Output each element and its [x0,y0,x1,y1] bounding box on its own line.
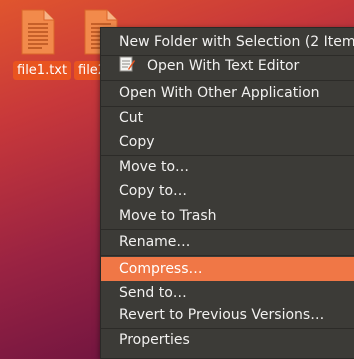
menu-item-label: Compress… [119,261,203,277]
menu-item-new-folder-with-selection[interactable]: New Folder with Selection (2 Items) [101,30,354,54]
desktop[interactable]: file1.txt file2.txt New Folder with Sele… [0,0,354,359]
file1-label[interactable]: file1.txt [13,61,72,80]
menu-item-label: Rename… [119,234,191,250]
menu-item-rename[interactable]: Rename… [101,230,354,254]
menu-item-label: Open With Other Application [119,85,320,101]
menu-item-move-to-trash[interactable]: Move to Trash [101,204,354,228]
menu-item-send-to[interactable]: Send to… [101,281,354,305]
menu-item-label: Cut [119,110,144,126]
menu-item-move-to[interactable]: Move to… [101,155,354,179]
menu-item-label: New Folder with Selection (2 Items) [119,34,354,50]
menu-item-label: Properties [119,332,190,348]
menu-separator [101,255,354,256]
menu-item-revert-to-previous-versions[interactable]: Revert to Previous Versions… [101,303,354,327]
menu-item-open-with-text-editor[interactable]: Open With Text Editor [101,54,354,78]
menu-item-label: Revert to Previous Versions… [119,307,325,323]
menu-item-copy[interactable]: Copy [101,130,354,154]
menu-item-label: Move to Trash [119,208,217,224]
menu-item-properties[interactable]: Properties [101,328,354,352]
menu-item-label: Move to… [119,159,190,175]
menu-item-open-with-other-application[interactable]: Open With Other Application [101,81,354,105]
menu-item-label: Send to… [119,285,187,301]
text-editor-icon [119,56,135,72]
menu-item-cut[interactable]: Cut [101,106,354,130]
menu-item-compress[interactable]: Compress… [101,257,354,281]
menu-item-label: Copy to… [119,183,188,199]
file1-icon[interactable] [20,8,56,56]
menu-item-label: Copy [119,134,155,150]
menu-item-label: Open With Text Editor [147,58,300,74]
menu-item-copy-to[interactable]: Copy to… [101,179,354,203]
context-menu: New Folder with Selection (2 Items) Open… [100,27,354,359]
